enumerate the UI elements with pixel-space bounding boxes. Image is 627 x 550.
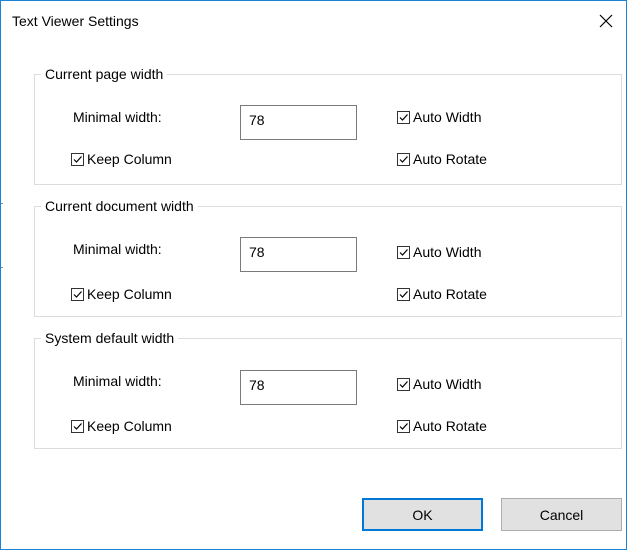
- auto-width-label: Auto Width: [413, 244, 482, 260]
- checkbox-box: [397, 287, 410, 301]
- checkbox-box: [71, 419, 84, 433]
- checkmark-icon: [73, 290, 82, 298]
- group-system-default-width: System default width Minimal width: 78 A…: [34, 329, 622, 449]
- close-icon: [599, 14, 613, 28]
- checkbox-box: [397, 245, 410, 259]
- checkbox-box: [397, 110, 410, 124]
- edge-mark: [1, 203, 3, 204]
- auto-rotate-checkbox[interactable]: Auto Rotate: [397, 151, 487, 167]
- group-current-document-width: Current document width Minimal width: 78…: [34, 197, 622, 317]
- keep-column-label: Keep Column: [87, 286, 172, 302]
- keep-column-checkbox[interactable]: Keep Column: [71, 286, 172, 302]
- checkbox-box: [397, 419, 410, 433]
- checkmark-icon: [399, 113, 408, 121]
- checkmark-icon: [399, 380, 408, 388]
- auto-width-checkbox[interactable]: Auto Width: [397, 376, 481, 392]
- minimal-width-input[interactable]: 78: [240, 237, 357, 272]
- checkbox-box: [397, 152, 410, 166]
- keep-column-checkbox[interactable]: Keep Column: [71, 151, 172, 167]
- checkmark-icon: [73, 422, 82, 430]
- checkmark-icon: [399, 248, 408, 256]
- dialog-title: Text Viewer Settings: [12, 13, 139, 29]
- keep-column-label: Keep Column: [87, 418, 172, 434]
- auto-rotate-checkbox[interactable]: Auto Rotate: [397, 418, 487, 434]
- checkmark-icon: [399, 290, 408, 298]
- group-legend: System default width: [41, 329, 179, 347]
- auto-width-checkbox[interactable]: Auto Width: [397, 244, 481, 260]
- group-current-page-width: Current page width Minimal width: 78 Aut…: [34, 65, 622, 185]
- minimal-width-label: Minimal width:: [73, 241, 162, 257]
- checkmark-icon: [399, 155, 408, 163]
- auto-rotate-label: Auto Rotate: [413, 286, 487, 302]
- title-bar: Text Viewer Settings: [1, 1, 626, 41]
- keep-column-label: Keep Column: [87, 151, 172, 167]
- group-legend: Current page width: [41, 65, 168, 83]
- checkmark-icon: [399, 422, 408, 430]
- minimal-width-input[interactable]: 78: [240, 370, 357, 405]
- auto-rotate-label: Auto Rotate: [413, 418, 487, 434]
- edge-mark: [1, 267, 3, 268]
- checkmark-icon: [73, 155, 82, 163]
- keep-column-checkbox[interactable]: Keep Column: [71, 418, 172, 434]
- cancel-button[interactable]: Cancel: [501, 498, 622, 531]
- auto-width-label: Auto Width: [413, 109, 482, 125]
- minimal-width-label: Minimal width:: [73, 373, 162, 389]
- auto-rotate-label: Auto Rotate: [413, 151, 487, 167]
- settings-dialog: Text Viewer Settings Current page width …: [0, 0, 627, 550]
- minimal-width-label: Minimal width:: [73, 109, 162, 125]
- auto-rotate-checkbox[interactable]: Auto Rotate: [397, 286, 487, 302]
- checkbox-box: [71, 152, 84, 166]
- minimal-width-input[interactable]: 78: [240, 105, 357, 140]
- auto-width-label: Auto Width: [413, 376, 482, 392]
- checkbox-box: [71, 287, 84, 301]
- close-button[interactable]: [586, 1, 626, 41]
- auto-width-checkbox[interactable]: Auto Width: [397, 109, 481, 125]
- group-legend: Current document width: [41, 197, 198, 215]
- ok-button[interactable]: OK: [362, 498, 483, 531]
- checkbox-box: [397, 377, 410, 391]
